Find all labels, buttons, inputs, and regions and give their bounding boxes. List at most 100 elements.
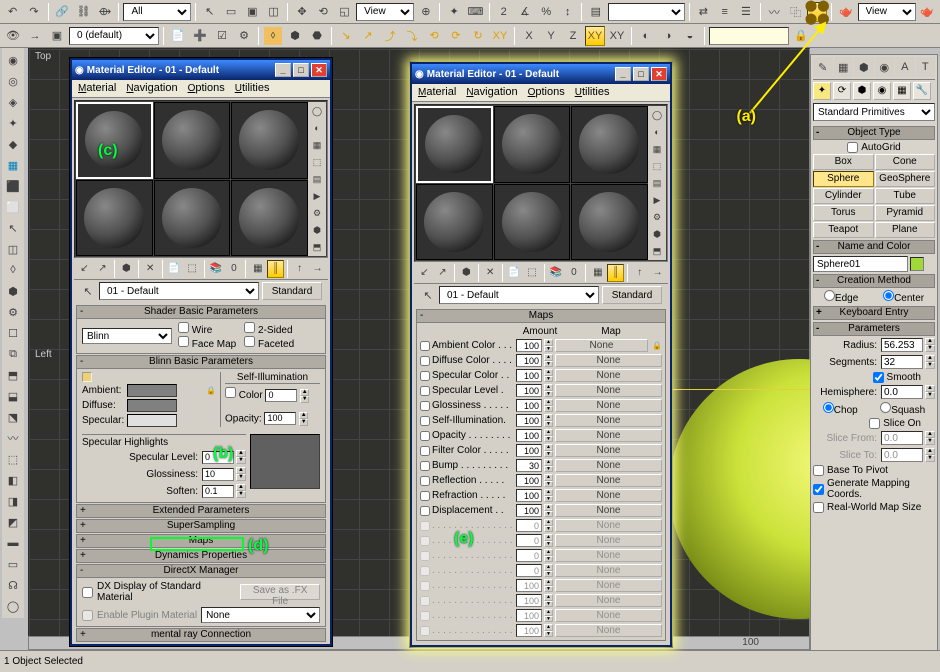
soften-input[interactable] [202, 485, 234, 498]
put-to-lib-icon-2[interactable]: 📚 [548, 264, 565, 282]
named-sel-icon[interactable]: ▤ [586, 2, 605, 22]
dynamics-header[interactable]: +Dynamics Properties [76, 549, 326, 563]
map-amount-spinner[interactable]: ▲▼ [544, 504, 553, 517]
vt-icon-26[interactable]: ☊ [3, 575, 23, 595]
toolbox-icon-4[interactable]: ◉ [875, 57, 895, 77]
close-button[interactable]: ✕ [311, 63, 327, 77]
segments-input[interactable] [881, 355, 923, 369]
layer-hide-icon[interactable]: 👁 [3, 26, 23, 46]
lock-icon[interactable]: 🔒 [791, 26, 811, 46]
constraint-icon-4[interactable]: ⤵ [402, 26, 422, 46]
background-icon[interactable]: ▦ [309, 137, 325, 153]
category-dropdown[interactable]: Standard Primitives [813, 103, 935, 121]
map-amount-input[interactable] [516, 474, 542, 487]
diffuse-color[interactable] [127, 399, 177, 412]
sample-slot-3[interactable] [231, 102, 308, 179]
selection-filter-dropdown[interactable]: All [123, 3, 191, 21]
vt-icon-5[interactable]: ◆ [3, 134, 23, 154]
map-slot-button[interactable]: None [555, 504, 662, 517]
maps-header[interactable]: +Maps [76, 534, 326, 548]
maximize-button-2[interactable]: □ [633, 67, 649, 81]
name-color-header[interactable]: -Name and Color [813, 240, 935, 254]
hemisphere-spinner[interactable]: ▲▼ [925, 385, 935, 399]
pivot-icon[interactable]: ⊕ [416, 2, 435, 22]
map-amount-input[interactable] [516, 354, 542, 367]
vt-icon-15[interactable]: ⧉ [3, 344, 23, 364]
shader-basic-header[interactable]: -Shader Basic Parameters [76, 305, 326, 319]
make-unique-icon-2[interactable]: ⬚ [524, 264, 541, 282]
cylinder-button[interactable]: Cylinder [813, 188, 874, 204]
map-enable-checkbox[interactable] [420, 416, 430, 426]
map-slot-button[interactable]: None [555, 429, 662, 442]
layer-freeze-icon[interactable]: → [25, 26, 45, 46]
map-amount-spinner[interactable]: ▲▼ [544, 474, 553, 487]
directx-header[interactable]: -DirectX Manager [76, 564, 326, 578]
axis-xy-button[interactable]: XY [585, 26, 605, 46]
go-parent-icon-2[interactable]: ↑ [631, 264, 648, 282]
quick-render-icon[interactable]: 🫖 [918, 2, 937, 22]
ext-params-header[interactable]: +Extended Parameters [76, 504, 326, 518]
wire-checkbox[interactable] [178, 322, 189, 333]
map-slot-button[interactable]: None [555, 459, 662, 472]
schematic-icon[interactable]: ⿻ [786, 2, 805, 22]
map-amount-spinner[interactable]: ▲▼ [544, 369, 553, 382]
tangent-icon-2[interactable]: ◑ [658, 26, 678, 46]
modify-tab[interactable]: ⟳ [833, 82, 851, 100]
map-amount-input[interactable] [516, 489, 542, 502]
menu-utilities[interactable]: Utilities [235, 82, 270, 95]
minimize-button[interactable]: _ [275, 63, 291, 77]
sample-type-icon[interactable]: ◯ [309, 103, 325, 119]
sample-slot-2[interactable] [154, 102, 231, 179]
map-enable-checkbox[interactable] [420, 476, 430, 486]
sample-slot-5[interactable] [154, 180, 231, 257]
self-illum-color-checkbox[interactable] [225, 387, 236, 398]
vt-icon-3[interactable]: ◈ [3, 92, 23, 112]
unlink-icon[interactable]: ⛓ [74, 2, 93, 22]
opacity-input[interactable] [264, 412, 296, 425]
go-sibling-icon-2[interactable]: → [649, 264, 666, 282]
vt-icon-17[interactable]: ⬓ [3, 386, 23, 406]
sample-slot-5b[interactable] [494, 184, 571, 261]
manip-icon[interactable]: ✦ [444, 2, 463, 22]
map-amount-input[interactable] [516, 339, 542, 352]
sphere-button[interactable]: Sphere [813, 171, 874, 187]
vt-icon-9[interactable]: ↖ [3, 218, 23, 238]
options-icon-2[interactable]: ⚙ [649, 209, 665, 225]
get-material-icon[interactable]: ↙ [76, 260, 93, 278]
sample-uv-icon[interactable]: ⬚ [309, 154, 325, 170]
render-type-dropdown[interactable]: View [858, 3, 916, 21]
map-amount-input[interactable] [516, 384, 542, 397]
pick-from-obj-icon-2[interactable]: ↖ [420, 287, 436, 303]
cone-button[interactable]: Cone [875, 154, 936, 170]
ambient-color[interactable] [127, 384, 177, 397]
make-copy-icon[interactable]: 📄 [166, 260, 183, 278]
hierarchy-tab[interactable]: ⬢ [853, 82, 871, 100]
me1-titlebar[interactable]: ◉ Material Editor - 01 - Default _ □ ✕ [72, 60, 330, 80]
edge-radio[interactable] [824, 290, 835, 301]
self-illum-value[interactable] [265, 389, 297, 402]
map-amount-spinner[interactable]: ▲▼ [544, 384, 553, 397]
show-end-result-icon[interactable]: ║ [267, 260, 284, 278]
mental-ray-header[interactable]: +mental ray Connection [76, 628, 326, 642]
vt-icon-18[interactable]: ⬔ [3, 407, 23, 427]
sample-slot-4b[interactable] [416, 184, 493, 261]
spinner-snap-icon[interactable]: ↕ [558, 2, 577, 22]
layer-dropdown[interactable]: 0 (default) [69, 27, 159, 45]
map-enable-checkbox[interactable] [420, 401, 430, 411]
move-icon[interactable]: ✥ [292, 2, 311, 22]
toolbox-icon-5[interactable]: A [895, 57, 915, 77]
map-amount-spinner[interactable]: ▲▼ [544, 354, 553, 367]
mat-id-icon-2[interactable]: 0 [565, 264, 582, 282]
axis-y-button[interactable]: Y [541, 26, 561, 46]
mat-map-nav-icon-2[interactable]: ⬒ [649, 243, 665, 259]
menu-navigation[interactable]: Navigation [126, 82, 177, 95]
sample-uv-icon-2[interactable]: ⬚ [649, 158, 665, 174]
map-slot-button[interactable]: None [555, 369, 662, 382]
map-enable-checkbox[interactable] [420, 506, 430, 516]
render-scene-icon[interactable]: 🫖 [836, 2, 855, 22]
toolbox-icon-6[interactable]: T [916, 57, 936, 77]
constraint-icon-2[interactable]: ↗ [358, 26, 378, 46]
material-editor-icon[interactable]: ⬤⬤⬤⬤ [807, 2, 827, 22]
map-lock-icon[interactable]: 🔒 [652, 341, 662, 351]
shader-dropdown[interactable]: Blinn [82, 328, 172, 344]
